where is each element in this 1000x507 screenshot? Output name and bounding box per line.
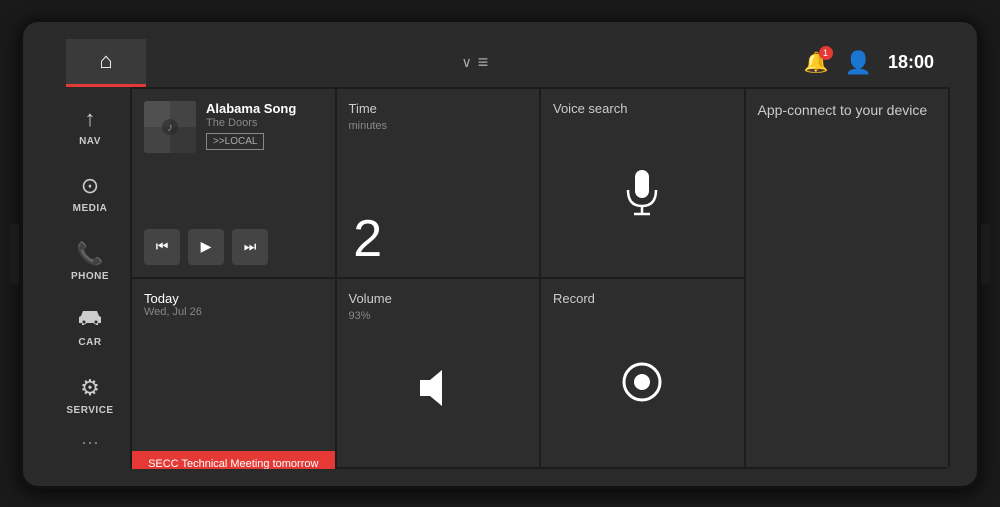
album-art: ♪: [144, 101, 196, 153]
main-content: ↑ NAV ⊙ MEDIA 📞 PHONE: [50, 87, 950, 469]
volume-cell[interactable]: Volume 93%: [337, 279, 540, 467]
user-avatar[interactable]: 👤: [845, 50, 872, 76]
sidebar-label-service: SERVICE: [66, 405, 113, 416]
voice-search-label: Voice search: [553, 101, 732, 116]
music-info: Alabama Song The Doors >>LOCAL: [206, 101, 323, 151]
chevron-down-icon: ∨: [461, 54, 471, 71]
calendar-event[interactable]: SECC Technical Meeting tomorrow: [132, 451, 335, 468]
music-controls: ⏮ ▶ ⏭: [144, 229, 323, 265]
svg-text:♪: ♪: [167, 120, 173, 134]
sidebar-item-phone[interactable]: 📞 PHONE: [54, 229, 126, 292]
hamburger-icon: ≡: [478, 52, 489, 73]
microphone-icon: [553, 120, 732, 265]
time-label: Time: [349, 101, 388, 116]
app-connect-cell[interactable]: App-connect to your device: [746, 89, 949, 467]
home-button[interactable]: ⌂: [66, 39, 146, 87]
sidebar-label-car: CAR: [78, 337, 101, 348]
notification-badge: 1: [819, 46, 833, 60]
volume-icon: [349, 322, 528, 455]
next-button[interactable]: ⏭: [232, 229, 268, 265]
record-icon: [553, 310, 732, 455]
top-bar: ⌂ ∨ ≡ 🔔 1 👤 18:00: [50, 39, 950, 87]
screen: ⌂ ∨ ≡ 🔔 1 👤 18:00 ↑: [50, 39, 950, 469]
top-bar-right: 🔔 1 👤 18:00: [804, 50, 934, 76]
record-cell[interactable]: Record: [541, 279, 744, 467]
menu-button[interactable]: ∨ ≡: [461, 52, 488, 73]
calendar-date-label: Wed, Jul 26: [144, 306, 323, 318]
phone-icon: 📞: [76, 241, 103, 267]
top-bar-center: ∨ ≡: [146, 52, 804, 73]
album-art-image: ♪: [144, 101, 196, 153]
voice-search-cell[interactable]: Voice search: [541, 89, 744, 277]
volume-label: Volume: [349, 291, 528, 306]
app-connect-label: App-connect to your device: [758, 101, 937, 121]
notifications-button[interactable]: 🔔 1: [804, 50, 829, 75]
car-icon: [77, 308, 103, 333]
music-cell[interactable]: ♪ Alabama Song The Doors >>LOCAL: [132, 89, 335, 277]
media-icon: ⊙: [81, 173, 99, 199]
song-title: Alabama Song: [206, 101, 323, 118]
sidebar-label-media: MEDIA: [73, 203, 108, 214]
local-button[interactable]: >>LOCAL: [206, 133, 264, 150]
time-cell[interactable]: Time minutes 2: [337, 89, 540, 277]
time-sublabel: minutes: [349, 120, 388, 132]
time-value: 2: [349, 213, 388, 265]
sidebar-item-media[interactable]: ⊙ MEDIA: [54, 162, 126, 225]
calendar-cell[interactable]: Today Wed, Jul 26 SECC Technical Meeting…: [132, 279, 335, 467]
sidebar: ↑ NAV ⊙ MEDIA 📞 PHONE: [50, 87, 130, 469]
nav-icon: ↑: [85, 106, 96, 132]
volume-value: 93%: [349, 310, 528, 322]
sidebar-label-nav: NAV: [79, 136, 101, 147]
device-frame: ⌂ ∨ ≡ 🔔 1 👤 18:00 ↑: [20, 19, 980, 489]
sidebar-item-service[interactable]: ⚙ SERVICE: [54, 364, 126, 427]
record-label: Record: [553, 291, 732, 306]
play-button[interactable]: ▶: [188, 229, 224, 265]
sidebar-item-nav[interactable]: ↑ NAV: [54, 95, 126, 158]
service-icon: ⚙: [80, 375, 100, 401]
clock-display: 18:00: [888, 52, 934, 73]
grid-area: ♪ Alabama Song The Doors >>LOCAL: [130, 87, 950, 469]
sidebar-label-phone: PHONE: [71, 271, 109, 282]
home-icon: ⌂: [99, 48, 112, 74]
song-artist: The Doors: [206, 117, 323, 129]
more-button[interactable]: ···: [81, 432, 99, 453]
prev-button[interactable]: ⏮: [144, 229, 180, 265]
calendar-today-label: Today: [144, 291, 323, 306]
sidebar-item-car[interactable]: CAR: [54, 297, 126, 360]
